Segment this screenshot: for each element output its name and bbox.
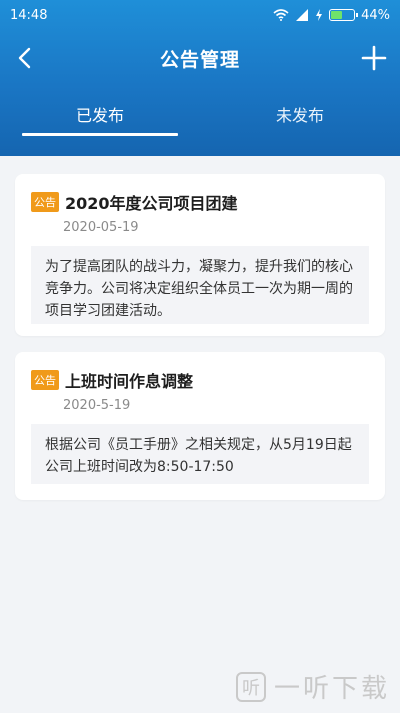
notice-header: 公告 2020年度公司项目团建	[31, 190, 238, 214]
tab-bar: 已发布 未发布	[0, 92, 400, 136]
watermark-text: 一听下载	[273, 674, 390, 704]
notice-badge: 公告	[31, 370, 59, 390]
notice-badge: 公告	[31, 192, 59, 212]
battery-level-fill	[331, 11, 342, 19]
charging-icon	[316, 9, 323, 21]
tab-unpublished[interactable]: 未发布	[200, 92, 400, 136]
tab-unpublished-label: 未发布	[275, 106, 324, 125]
back-icon[interactable]	[12, 44, 40, 72]
status-time: 14:48	[10, 7, 48, 23]
notice-content: 根据公司《员工手册》之相关规定，从5月19日起公司上班时间改为8:50-17:5…	[31, 424, 369, 484]
tab-published[interactable]: 已发布	[0, 92, 200, 136]
nav-bar: 公告管理	[0, 36, 400, 80]
signal-icon	[296, 9, 309, 21]
notice-title: 上班时间作息调整	[65, 372, 194, 391]
page-title: 公告管理	[159, 48, 240, 71]
watermark: 听 一听下载	[235, 668, 390, 705]
notice-date: 2020-05-19	[63, 220, 139, 235]
add-icon[interactable]	[360, 44, 388, 72]
notice-content: 为了提高团队的战斗力，凝聚力，提升我们的核心竞争力。公司将决定组织全体员工一次为…	[31, 246, 369, 324]
notice-header: 公告 上班时间作息调整	[31, 368, 193, 392]
wifi-icon	[273, 9, 289, 21]
watermark-logo-icon: 听	[235, 671, 266, 702]
notice-date: 2020-5-19	[63, 398, 131, 413]
notice-title: 2020年度公司项目团建	[65, 194, 238, 213]
battery-percent: 44%	[361, 7, 390, 23]
battery-icon	[329, 9, 359, 21]
notice-card[interactable]: 公告 2020年度公司项目团建 2020-05-19 为了提高团队的战斗力，凝聚…	[15, 174, 385, 336]
status-bar: 14:48 44%	[0, 0, 400, 30]
notice-card[interactable]: 公告 上班时间作息调整 2020-5-19 根据公司《员工手册》之相关规定，从5…	[15, 352, 385, 500]
status-icons: 44%	[273, 8, 390, 23]
header: 14:48 44% 公告管理 已发布 未发布	[0, 0, 400, 156]
tab-published-label: 已发布	[75, 106, 124, 125]
